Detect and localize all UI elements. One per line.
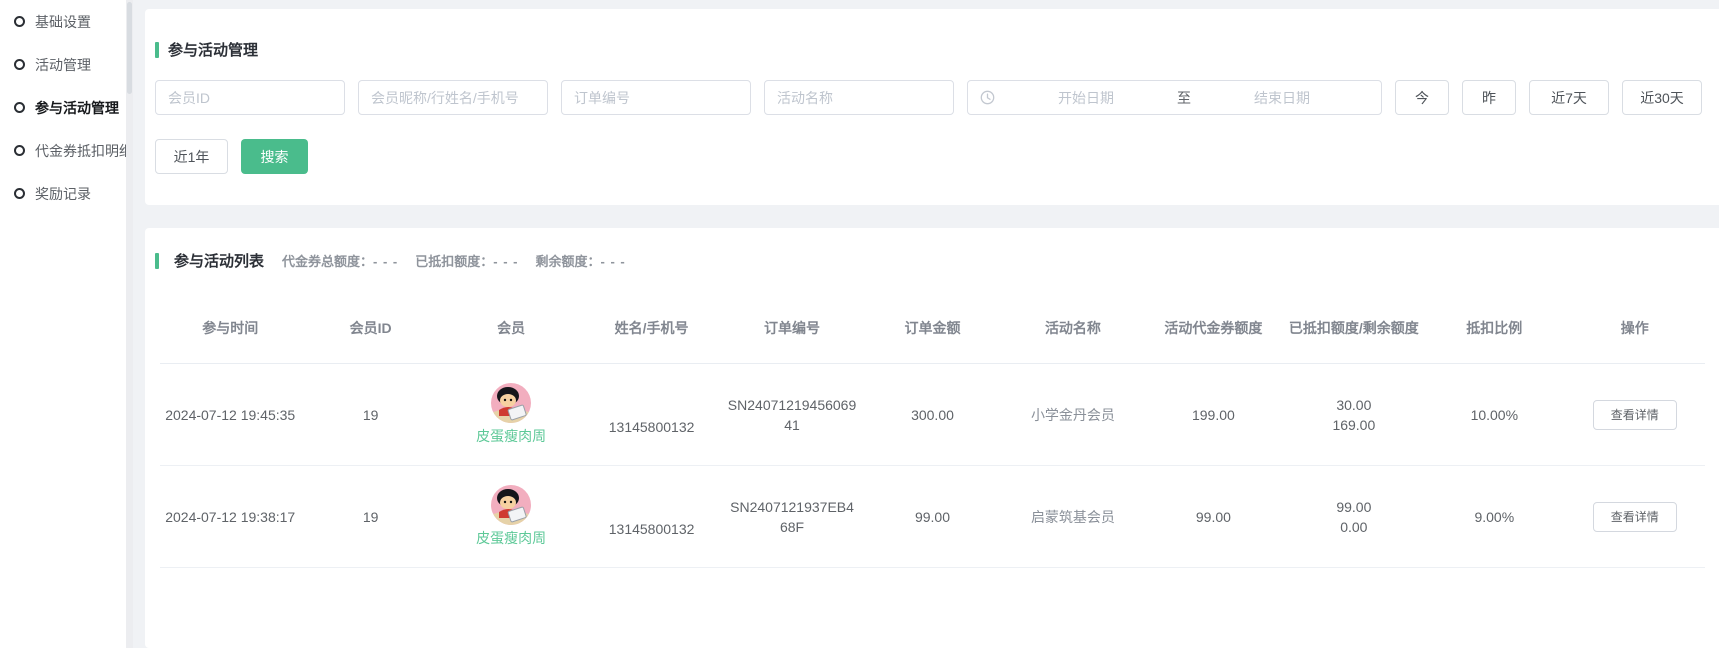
yesterday-button[interactable]: 昨 <box>1462 80 1516 115</box>
stat-total-voucher-quota: 代金券总额度：- - - <box>282 251 398 270</box>
sidebar-scrollbar[interactable] <box>126 0 133 648</box>
summary-stats: 代金券总额度：- - - 已抵扣额度：- - - 剩余额度：- - - <box>282 251 626 270</box>
participation-table: 参与时间 会员ID 会员 姓名/手机号 订单编号 订单金额 活动名称 活动代金券… <box>160 295 1705 568</box>
cell-member: 皮蛋瘦肉周 <box>441 383 581 446</box>
list-card: 参与活动列表 代金券总额度：- - - 已抵扣额度：- - - 剩余额度：- -… <box>145 228 1719 648</box>
order-no-input[interactable] <box>561 80 751 115</box>
end-date-input[interactable]: 结束日期 <box>1195 88 1369 108</box>
th-activity-name: 活动名称 <box>1003 318 1143 340</box>
circle-icon <box>14 145 25 156</box>
member-keyword-input[interactable] <box>358 80 548 115</box>
activity-name-input[interactable] <box>764 80 954 115</box>
th-member: 会员 <box>441 318 581 340</box>
cell-deducted-remaining: 30.00 169.00 <box>1284 395 1424 435</box>
cell-order-amount: 300.00 <box>862 405 1002 425</box>
cell-member-id: 19 <box>300 507 440 527</box>
sidebar-item-voucher-deduction-details[interactable]: 代金券抵扣明细 <box>0 129 126 172</box>
filter-row-1: 开始日期 至 结束日期 今 昨 近7天 近30天 <box>155 80 1702 115</box>
sidebar-item-basic-settings[interactable]: 基础设置 <box>0 0 126 43</box>
member-nickname-link[interactable]: 皮蛋瘦肉周 <box>476 426 546 446</box>
view-details-button[interactable]: 查看详情 <box>1593 502 1677 532</box>
last-30-days-button[interactable]: 近30天 <box>1622 80 1702 115</box>
filter-card-title: 参与活动管理 <box>155 39 258 60</box>
sidebar-item-label: 奖励记录 <box>35 184 91 204</box>
sidebar-item-label: 参与活动管理 <box>35 98 119 118</box>
th-deducted-remaining: 已抵扣额度/剩余额度 <box>1284 318 1424 340</box>
th-order-amount: 订单金额 <box>862 318 1002 340</box>
sidebar: 基础设置 活动管理 参与活动管理 代金券抵扣明细 奖励记录 <box>0 0 126 648</box>
sidebar-item-participation-management[interactable]: 参与活动管理 <box>0 86 126 129</box>
filter-card: 参与活动管理 开始日期 至 结束日期 今 昨 近7天 近30天 近1年 搜索 <box>145 9 1719 205</box>
sidebar-item-label: 基础设置 <box>35 12 91 32</box>
list-card-header: 参与活动列表 代金券总额度：- - - 已抵扣额度：- - - 剩余额度：- -… <box>155 250 626 271</box>
circle-icon <box>14 16 25 27</box>
cell-voucher-quota: 99.00 <box>1143 507 1283 527</box>
list-title: 参与活动列表 <box>174 250 264 271</box>
stat-remaining-quota: 剩余额度：- - - <box>535 251 625 270</box>
cell-activity-name: 小学金丹会员 <box>1003 405 1143 425</box>
sidebar-item-activity-management[interactable]: 活动管理 <box>0 43 126 86</box>
last-1-year-button[interactable]: 近1年 <box>155 139 228 174</box>
start-date-input[interactable]: 开始日期 <box>999 88 1173 108</box>
page-title: 参与活动管理 <box>168 39 258 60</box>
green-bar-icon <box>155 42 159 58</box>
circle-icon <box>14 188 25 199</box>
th-deduction-ratio: 抵扣比例 <box>1424 318 1564 340</box>
cell-ratio: 10.00% <box>1424 405 1564 425</box>
th-member-id: 会员ID <box>300 318 440 340</box>
search-button[interactable]: 搜索 <box>241 139 308 174</box>
th-order-no: 订单编号 <box>722 318 862 340</box>
cell-ratio: 9.00% <box>1424 507 1564 527</box>
cell-time: 2024-07-12 19:38:17 <box>160 507 300 527</box>
cell-deducted-remaining: 99.00 0.00 <box>1284 497 1424 537</box>
member-nickname-link[interactable]: 皮蛋瘦肉周 <box>476 528 546 548</box>
cell-order-no: SN24071219456069 41 <box>722 395 862 435</box>
cell-actions: 查看详情 <box>1565 502 1705 532</box>
filter-row-2: 近1年 搜索 <box>155 139 308 174</box>
date-range-picker[interactable]: 开始日期 至 结束日期 <box>967 80 1382 115</box>
member-avatar-cartoon-icon[interactable] <box>491 383 531 423</box>
cell-actions: 查看详情 <box>1565 400 1705 430</box>
cell-member-id: 19 <box>300 405 440 425</box>
cell-order-amount: 99.00 <box>862 507 1002 527</box>
member-id-input[interactable] <box>155 80 345 115</box>
cell-name-phone: 13145800132 <box>581 495 721 539</box>
cell-activity-name: 启蒙筑基会员 <box>1003 507 1143 527</box>
circle-icon <box>14 59 25 70</box>
th-participation-time: 参与时间 <box>160 318 300 340</box>
view-details-button[interactable]: 查看详情 <box>1593 400 1677 430</box>
table-row: 2024-07-12 19:45:35 19 <box>160 364 1705 466</box>
table-row: 2024-07-12 19:38:17 19 <box>160 466 1705 568</box>
member-avatar-cartoon-icon[interactable] <box>491 485 531 525</box>
clock-icon <box>980 90 995 105</box>
sidebar-item-label: 代金券抵扣明细 <box>35 141 133 161</box>
table-header-row: 参与时间 会员ID 会员 姓名/手机号 订单编号 订单金额 活动名称 活动代金券… <box>160 295 1705 364</box>
th-name-phone: 姓名/手机号 <box>581 318 721 340</box>
today-button[interactable]: 今 <box>1395 80 1449 115</box>
last-7-days-button[interactable]: 近7天 <box>1529 80 1609 115</box>
th-actions: 操作 <box>1565 318 1705 340</box>
stat-deducted-quota: 已抵扣额度：- - - <box>415 251 518 270</box>
circle-icon <box>14 102 25 113</box>
cell-voucher-quota: 199.00 <box>1143 405 1283 425</box>
green-bar-icon <box>155 253 159 269</box>
sidebar-item-reward-records[interactable]: 奖励记录 <box>0 172 126 215</box>
cell-order-no: SN2407121937EB4 68F <box>722 497 862 537</box>
scrollbar-thumb[interactable] <box>127 2 132 94</box>
date-range-separator: 至 <box>1177 88 1191 108</box>
cell-time: 2024-07-12 19:45:35 <box>160 405 300 425</box>
th-activity-voucher-quota: 活动代金券额度 <box>1143 318 1283 340</box>
sidebar-item-label: 活动管理 <box>35 55 91 75</box>
cell-member: 皮蛋瘦肉周 <box>441 485 581 548</box>
cell-name-phone: 13145800132 <box>581 393 721 437</box>
